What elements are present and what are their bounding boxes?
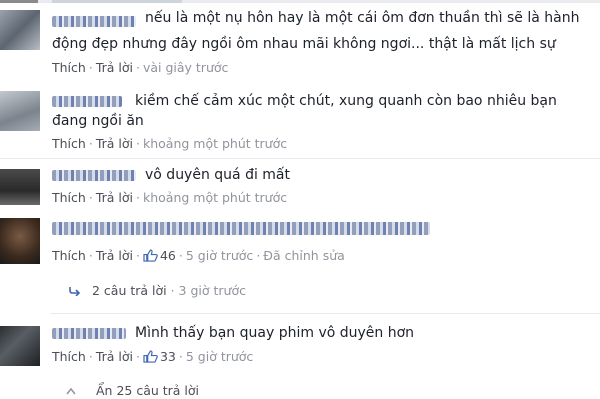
comment-actions: Thích · Trả lời · vài giây trước <box>52 60 229 75</box>
divider <box>0 158 600 159</box>
blurred-commenter-name[interactable] <box>52 16 136 27</box>
avatar[interactable] <box>0 91 40 131</box>
chevron-up-icon <box>66 387 76 395</box>
reply-arrow-icon <box>69 287 81 297</box>
avatar[interactable] <box>0 169 40 205</box>
blurred-name <box>52 0 182 3</box>
like-link[interactable]: Thích <box>52 248 86 263</box>
timestamp[interactable]: 5 giờ trước <box>186 349 253 364</box>
comment-text: nếu là một nụ hôn hay là một cái ôm đơn … <box>145 10 580 26</box>
comment-text: Mình thấy bạn quay phim vô duyên hơn <box>135 325 415 341</box>
like-link[interactable]: Thích <box>52 349 86 364</box>
blurred-commenter-name[interactable] <box>52 96 122 107</box>
divider <box>50 313 600 314</box>
view-replies-link[interactable]: 2 câu trả lời · 3 giờ trước <box>68 283 246 298</box>
thumbs-up-icon <box>143 350 158 363</box>
comment-text: vô duyên quá đi mất <box>145 167 291 183</box>
comment-actions: Thích · Trả lời · 46 · 5 giờ trước · Đã chỉnh sử… <box>52 248 345 263</box>
thumbs-up-icon <box>143 249 158 262</box>
reply-link[interactable]: Trả lời <box>96 349 133 364</box>
comment-text: động đẹp nhưng đây ngồi ôm nhau mãi khôn… <box>52 36 556 52</box>
like-count[interactable]: 46 <box>143 248 176 263</box>
timestamp[interactable]: 5 giờ trước <box>186 248 253 263</box>
avatar[interactable] <box>0 218 40 264</box>
previous-comment-edge <box>0 0 600 3</box>
avatar <box>0 0 38 3</box>
like-link[interactable]: Thích <box>52 190 86 205</box>
replies-count-label[interactable]: 2 câu trả lời <box>92 283 167 298</box>
comment-text: kiềm chế cảm xúc một chút, xung quanh cò… <box>135 93 557 109</box>
hide-replies-link[interactable]: Ẩn 25 câu trả lời <box>66 383 199 398</box>
avatar[interactable] <box>0 326 40 366</box>
edited-label[interactable]: Đã chỉnh sửa <box>263 248 345 263</box>
like-count[interactable]: 33 <box>143 349 176 364</box>
timestamp[interactable]: khoảng một phút trước <box>143 190 287 205</box>
comment-text: đang ngồi ăn <box>52 113 144 129</box>
comment-actions: Thích · Trả lời · khoảng một phút trước <box>52 190 288 205</box>
reply-link[interactable]: Trả lời <box>96 136 133 151</box>
blurred-commenter-name[interactable] <box>52 222 430 235</box>
reply-link[interactable]: Trả lời <box>96 190 133 205</box>
avatar[interactable] <box>0 10 40 50</box>
timestamp[interactable]: khoảng một phút trước <box>143 136 287 151</box>
reply-link[interactable]: Trả lời <box>96 60 133 75</box>
replies-time: 3 giờ trước <box>178 283 246 298</box>
hide-replies-label[interactable]: Ẩn 25 câu trả lời <box>96 383 199 398</box>
like-link[interactable]: Thích <box>52 60 86 75</box>
blurred-commenter-name[interactable] <box>52 328 126 339</box>
timestamp[interactable]: vài giây trước <box>143 60 228 75</box>
comment-actions: Thích · Trả lời · 33 · 5 giờ trước <box>52 349 254 364</box>
blurred-commenter-name[interactable] <box>52 170 136 181</box>
comment-actions: Thích · Trả lời · khoảng một phút trước <box>52 136 288 151</box>
like-link[interactable]: Thích <box>52 136 86 151</box>
reply-link[interactable]: Trả lời <box>96 248 133 263</box>
